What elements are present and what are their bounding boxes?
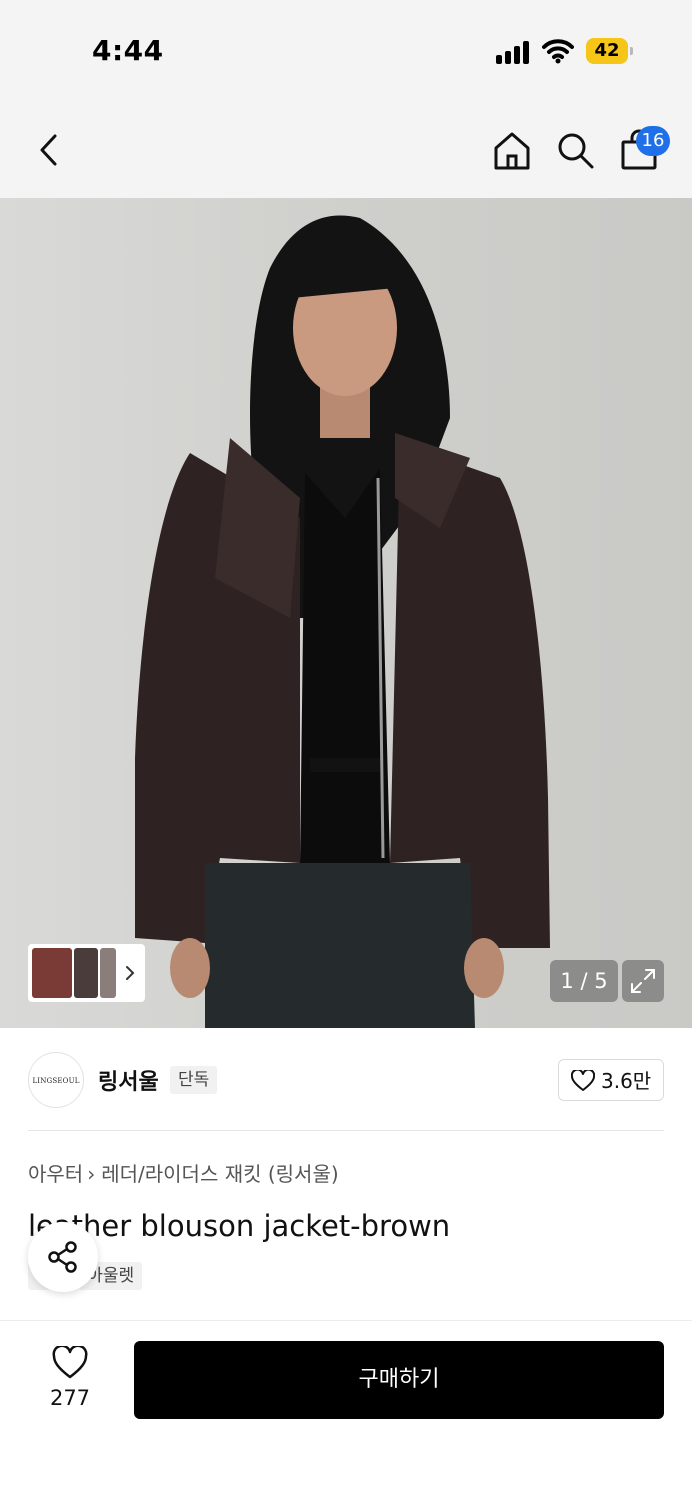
share-button[interactable] (28, 1222, 98, 1292)
cart-count-badge: 16 (636, 126, 670, 156)
wishlist-count: 277 (49, 1386, 91, 1410)
breadcrumb-item[interactable]: 아우터 (28, 1162, 83, 1186)
expand-image-button[interactable] (622, 960, 664, 1002)
breadcrumb: 아우터 › 레더/라이더스 재킷 (링서울) (28, 1160, 339, 1188)
chevron-right-icon[interactable] (122, 958, 138, 988)
brand-name[interactable]: 링서울 (98, 1064, 159, 1096)
expand-icon (631, 969, 655, 993)
home-icon[interactable] (490, 128, 534, 172)
buy-button[interactable]: 구매하기 (134, 1341, 664, 1419)
model-photo (135, 215, 550, 1028)
wishlist-heart-icon[interactable] (52, 1346, 88, 1380)
back-arrow-icon[interactable] (28, 128, 72, 172)
status-bar: 4:44 42 (0, 0, 692, 100)
top-nav (0, 100, 692, 198)
cellular-signal-icon (496, 40, 532, 64)
exclusive-badge: 단독 (170, 1066, 218, 1094)
heart-icon (571, 1070, 595, 1091)
divider (28, 1130, 664, 1131)
thumbnail-image[interactable] (74, 948, 98, 998)
thumbnail-image[interactable] (100, 948, 116, 998)
brand-logo[interactable]: LINGSEOUL (28, 1052, 84, 1108)
product-image[interactable] (0, 198, 692, 1028)
breadcrumb-item[interactable]: 레더/라이더스 재킷 (링서울) (101, 1162, 338, 1186)
thumbnail-image[interactable] (32, 948, 72, 998)
battery-level: 42 (594, 40, 620, 61)
chevron-right-icon: › (87, 1162, 96, 1186)
search-icon[interactable] (553, 128, 597, 172)
status-time: 4:44 (92, 34, 164, 67)
brand-like-count: 3.6만 (601, 1069, 652, 1093)
battery-indicator: 42 (586, 38, 633, 64)
image-counter: 1 / 5 (550, 960, 618, 1002)
share-icon (48, 1241, 77, 1273)
brand-like-button[interactable]: 3.6만 (558, 1059, 664, 1101)
wifi-icon (542, 39, 574, 64)
